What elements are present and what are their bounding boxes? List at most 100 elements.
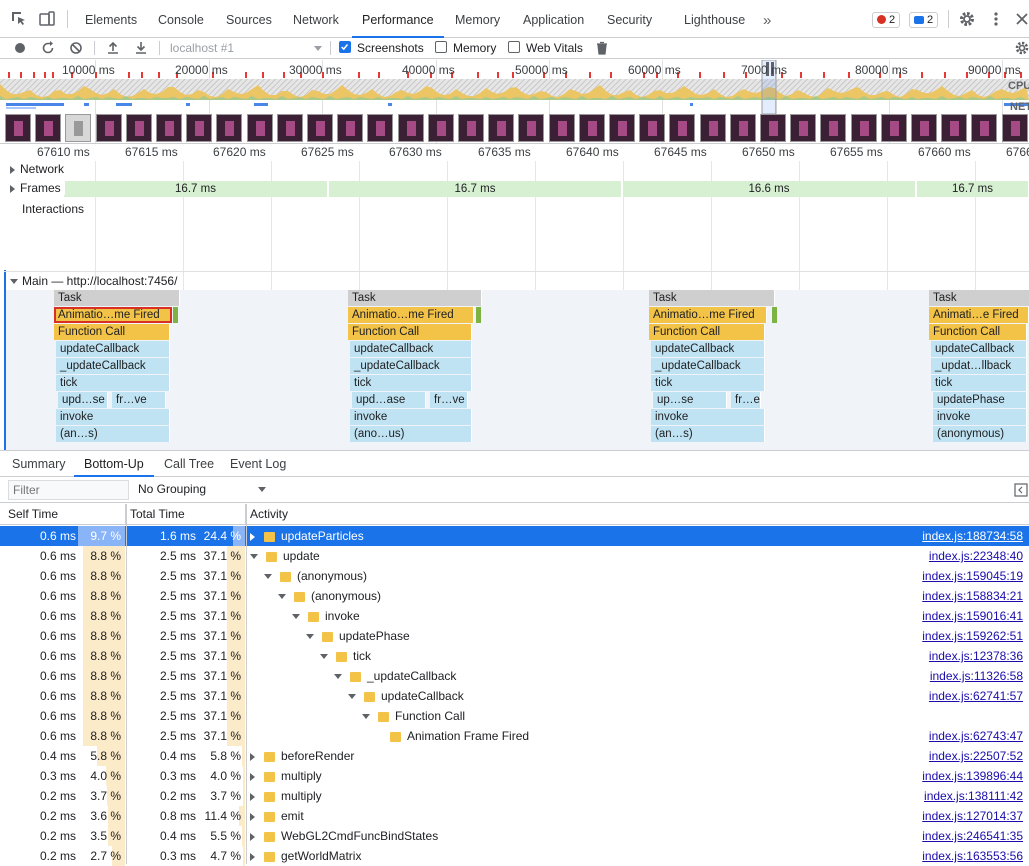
frame-bar[interactable]: 16.7 ms — [917, 181, 1029, 197]
flame-event[interactable]: _updateCallback — [651, 358, 765, 374]
expand-arrow-icon[interactable] — [250, 852, 255, 861]
record-icon[interactable] — [12, 40, 28, 56]
flame-event[interactable]: updateCallback — [56, 341, 170, 357]
table-row[interactable]: 0.2 ms 3.5 % 0.4 ms 5.5 % WebGL2CmdFuncBindS… — [0, 826, 1029, 846]
table-row[interactable]: 0.3 ms 4.0 % 0.3 ms 4.0 % multiply index.js:1… — [0, 766, 1029, 786]
table-row[interactable]: 0.6 ms 8.8 % 2.5 ms 37.1 % invoke index.js:15… — [0, 606, 1029, 626]
screenshot-thumbnail[interactable] — [427, 114, 454, 142]
expand-arrow-icon[interactable] — [250, 792, 255, 801]
tab-sources[interactable]: Sources — [226, 0, 272, 38]
download-icon[interactable] — [133, 40, 149, 56]
filter-input[interactable] — [8, 480, 129, 500]
flame-event[interactable]: Function Call — [929, 324, 1027, 340]
tab-console[interactable]: Console — [158, 0, 204, 38]
tab-memory[interactable]: Memory — [455, 0, 500, 38]
flame-event[interactable]: tick — [931, 375, 1027, 391]
memory-checkbox[interactable] — [435, 41, 447, 53]
screenshot-thumbnail[interactable] — [820, 114, 847, 142]
activity-header[interactable]: Activity — [246, 504, 1029, 525]
source-link[interactable]: index.js:62741:57 — [929, 686, 1023, 706]
self-time-header[interactable]: Self Time — [4, 504, 126, 525]
trash-icon[interactable] — [594, 40, 610, 56]
screenshot-thumbnail[interactable] — [65, 114, 92, 142]
tab-summary[interactable]: Summary — [12, 451, 65, 477]
screenshot-thumbnail[interactable] — [699, 114, 726, 142]
collapse-arrow-icon[interactable] — [264, 574, 272, 580]
source-link[interactable]: index.js:188734:58 — [922, 526, 1023, 546]
flame-event[interactable]: Animati…e Fired — [929, 307, 1029, 323]
tab-application[interactable]: Application — [523, 0, 584, 38]
screenshot-thumbnail[interactable] — [518, 114, 545, 142]
web-vitals-checkbox[interactable] — [508, 41, 520, 53]
flame-event[interactable]: Task — [348, 290, 482, 306]
table-row[interactable]: 0.6 ms 8.8 % 2.5 ms 37.1 % Function Call — [0, 706, 1029, 726]
table-row[interactable]: 0.6 ms 8.8 % 2.5 ms 37.1 % (anonymous) index.… — [0, 566, 1029, 586]
grouping-select[interactable]: No Grouping — [138, 482, 266, 496]
flame-event[interactable]: (anonymous) — [933, 426, 1027, 442]
screenshot-thumbnail[interactable] — [95, 114, 122, 142]
flame-event[interactable]: Task — [929, 290, 1029, 306]
flame-event[interactable]: updatePhase — [933, 392, 1027, 408]
collapse-arrow-icon[interactable] — [320, 654, 328, 660]
source-link[interactable]: index.js:22507:52 — [929, 746, 1023, 766]
tab-bottom-up[interactable]: Bottom-Up — [74, 451, 154, 477]
screenshot-thumbnail[interactable] — [367, 114, 394, 142]
expand-arrow-icon[interactable] — [250, 832, 255, 841]
screenshot-thumbnail[interactable] — [307, 114, 333, 142]
flame-event[interactable]: (an…s) — [56, 426, 170, 442]
source-link[interactable]: index.js:159045:19 — [922, 566, 1023, 586]
source-link[interactable]: index.js:246541:35 — [922, 826, 1023, 846]
screenshot-thumbnail[interactable] — [156, 114, 182, 142]
expand-arrow-icon[interactable] — [250, 772, 255, 781]
screenshot-thumbnail[interactable] — [458, 114, 484, 142]
expand-arrow-icon[interactable] — [250, 812, 255, 821]
tab-performance[interactable]: Performance — [352, 0, 444, 38]
tab-elements[interactable]: Elements — [85, 0, 137, 38]
collapse-arrow-icon[interactable] — [362, 714, 370, 720]
source-link[interactable]: index.js:127014:37 — [922, 806, 1023, 826]
flame-event[interactable]: updateCallback — [931, 341, 1027, 357]
flame-event[interactable]: Function Call — [54, 324, 170, 340]
flame-event[interactable]: Function Call — [649, 324, 765, 340]
flame-event[interactable]: tick — [56, 375, 170, 391]
error-badge[interactable]: 2 — [872, 12, 901, 28]
table-row[interactable]: 0.6 ms 8.8 % 2.5 ms 37.1 % Animation Frame F… — [0, 726, 1029, 746]
collapse-arrow-icon[interactable] — [334, 674, 342, 680]
flame-event[interactable]: invoke — [56, 409, 170, 425]
main-track[interactable]: Main — http://localhost:7456/ — [10, 274, 177, 288]
screenshot-thumbnail[interactable] — [216, 114, 243, 142]
flame-event[interactable]: Animatio…me Fired — [649, 307, 767, 323]
table-row[interactable]: 0.2 ms 2.7 % 0.3 ms 4.7 % getWorldMatrix inde… — [0, 846, 1029, 866]
flame-event[interactable]: Animatio…me Fired — [54, 307, 172, 323]
expand-arrow-icon[interactable] — [250, 532, 255, 541]
flame-event[interactable]: upd…se — [58, 392, 108, 408]
more-options-icon[interactable] — [987, 10, 1005, 28]
flame-event[interactable]: up…se — [653, 392, 727, 408]
flame-event[interactable]: fr…ve — [430, 392, 468, 408]
screenshot-thumbnail[interactable] — [669, 114, 696, 142]
flame-event[interactable]: invoke — [933, 409, 1027, 425]
flame-event[interactable]: Function Call — [348, 324, 472, 340]
source-link[interactable]: index.js:159262:51 — [922, 626, 1023, 646]
reload-icon[interactable] — [40, 40, 56, 56]
flame-event[interactable]: Task — [649, 290, 775, 306]
source-link[interactable]: index.js:11326:58 — [930, 666, 1023, 686]
flame-event[interactable]: fr…ve — [112, 392, 166, 408]
table-row[interactable]: 0.2 ms 3.7 % 0.2 ms 3.7 % multiply index.js:1… — [0, 786, 1029, 806]
table-row[interactable]: 0.6 ms 8.8 % 2.5 ms 37.1 % updateCallback ind… — [0, 686, 1029, 706]
source-link[interactable]: index.js:159016:41 — [922, 606, 1023, 626]
message-badge[interactable]: 2 — [909, 12, 939, 28]
screenshot-thumbnail[interactable] — [246, 114, 273, 142]
screenshot-thumbnail[interactable] — [186, 114, 213, 142]
table-row[interactable]: 0.4 ms 5.8 % 0.4 ms 5.8 % beforeRender index.… — [0, 746, 1029, 766]
screenshot-thumbnail[interactable] — [548, 114, 575, 142]
table-row[interactable]: 0.6 ms 8.8 % 2.5 ms 37.1 % tick index.js:1237… — [0, 646, 1029, 666]
screenshot-thumbnail[interactable] — [971, 114, 998, 142]
clear-icon[interactable] — [68, 40, 84, 56]
source-link[interactable]: index.js:22348:40 — [929, 546, 1023, 566]
more-tabs-button[interactable]: » — [763, 0, 771, 38]
table-row[interactable]: 0.2 ms 3.6 % 0.8 ms 11.4 % emit index.js:1270… — [0, 806, 1029, 826]
flame-event[interactable]: invoke — [350, 409, 472, 425]
screenshot-thumbnail[interactable] — [639, 114, 666, 142]
network-track[interactable]: Network — [10, 162, 64, 176]
